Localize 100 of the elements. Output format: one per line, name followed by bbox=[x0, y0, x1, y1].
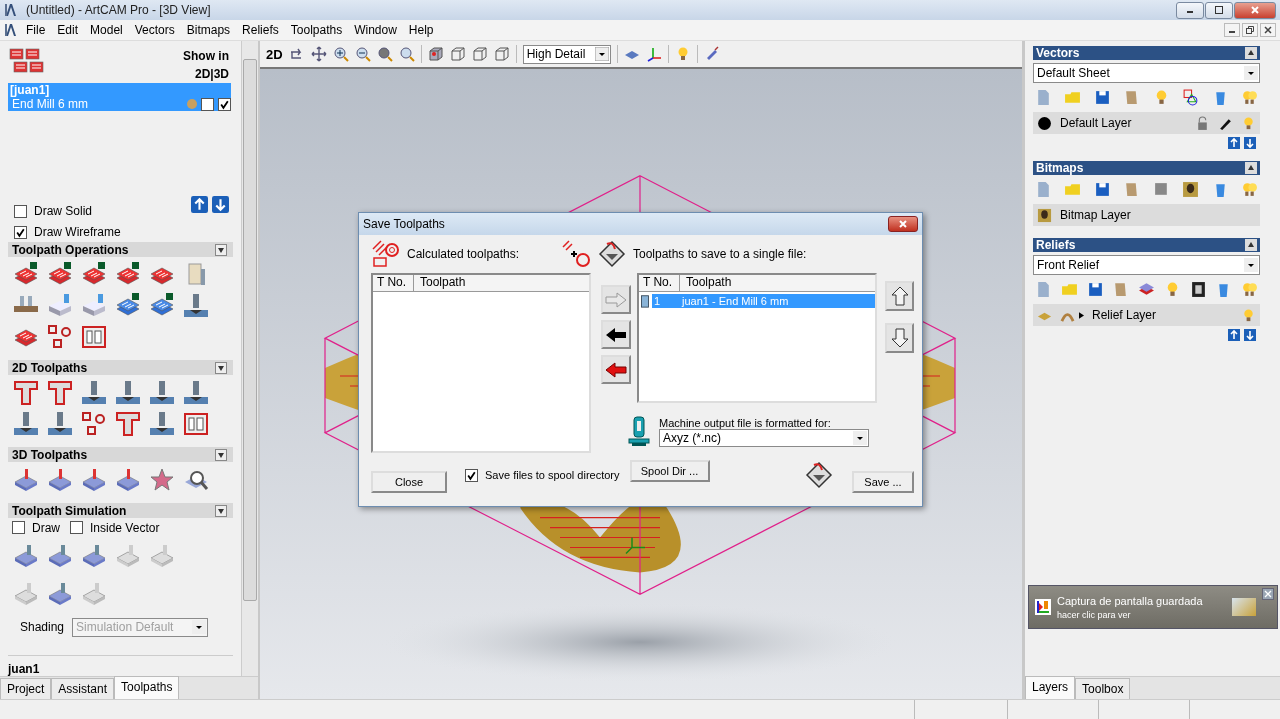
panel-tab[interactable]: Toolpaths bbox=[114, 676, 180, 699]
collapse-button[interactable] bbox=[215, 504, 227, 517]
close-button[interactable] bbox=[1262, 588, 1274, 600]
t-shape-icon[interactable] bbox=[46, 379, 74, 408]
panel-header[interactable]: Bitmaps bbox=[1033, 161, 1260, 175]
section-header[interactable]: 2D Toolpaths bbox=[8, 360, 233, 376]
bulbs-icon[interactable] bbox=[1240, 89, 1258, 106]
move-down-button[interactable] bbox=[885, 323, 914, 353]
panel-tab[interactable]: Layers bbox=[1025, 676, 1076, 699]
spool-dir-button[interactable]: Spool Dir ... bbox=[629, 460, 710, 482]
sheet-dropdown[interactable]: Default Sheet bbox=[1033, 63, 1260, 83]
remove-all-arrow-button[interactable] bbox=[601, 355, 631, 384]
move-up-button[interactable] bbox=[191, 196, 208, 214]
square-icon[interactable] bbox=[1152, 181, 1170, 198]
notification-title: Captura de pantalla guardada bbox=[1057, 594, 1204, 607]
layer-row[interactable]: Bitmap Layer bbox=[1033, 204, 1260, 226]
cube-view-icon[interactable] bbox=[427, 46, 444, 62]
bulbs-icon[interactable] bbox=[1241, 281, 1258, 298]
panel-tab[interactable]: Project bbox=[0, 678, 52, 699]
column-header[interactable]: T No. bbox=[639, 275, 680, 291]
save-button[interactable]: Save ... bbox=[852, 471, 914, 493]
panel-tab[interactable]: Toolbox bbox=[1075, 678, 1131, 699]
layer-row[interactable]: Default Layer bbox=[1033, 112, 1260, 134]
column-header[interactable]: Toolpath bbox=[680, 275, 875, 291]
spool-checkbox[interactable] bbox=[465, 468, 478, 482]
column-header[interactable]: Toolpath bbox=[414, 275, 589, 291]
menu-item[interactable]: Bitmaps bbox=[180, 23, 237, 37]
menu-item[interactable]: Edit bbox=[51, 23, 85, 37]
expand-arrow-icon[interactable] bbox=[1079, 311, 1084, 319]
minimize-button[interactable] bbox=[1224, 23, 1240, 37]
layer-row[interactable]: Relief Layer bbox=[1033, 304, 1260, 326]
show-2d-checkbox[interactable] bbox=[201, 97, 214, 111]
cube-view-icon[interactable] bbox=[471, 46, 488, 62]
machine-format-dropdown[interactable]: Axyz (*.nc) bbox=[659, 429, 869, 447]
scrollbar[interactable] bbox=[241, 41, 258, 676]
collapse-button[interactable] bbox=[215, 243, 227, 256]
move-icon[interactable] bbox=[310, 46, 327, 62]
move-down-button[interactable] bbox=[1244, 137, 1256, 149]
circle-icon[interactable] bbox=[376, 46, 393, 62]
menu-item[interactable]: Reliefs bbox=[236, 23, 285, 37]
maximize-icon bbox=[1214, 5, 1224, 15]
collapse-button[interactable] bbox=[1245, 162, 1257, 174]
menu-item[interactable]: File bbox=[20, 23, 52, 37]
section-header[interactable]: Toolpath Operations bbox=[8, 242, 233, 258]
move-up-button[interactable] bbox=[885, 281, 914, 311]
magnifier-icon[interactable] bbox=[398, 46, 415, 62]
restore-button[interactable] bbox=[1242, 23, 1258, 37]
remove-arrow-button[interactable] bbox=[601, 320, 631, 349]
show-3d-checkbox[interactable] bbox=[218, 97, 231, 111]
draw-wireframe-checkbox[interactable] bbox=[14, 225, 27, 239]
layers-icon[interactable] bbox=[1138, 281, 1155, 298]
layer-name: Default Layer bbox=[1060, 116, 1132, 130]
move-down-button[interactable] bbox=[1244, 329, 1256, 341]
zoom-out-icon[interactable] bbox=[354, 46, 371, 62]
close-dialog-button[interactable]: Close bbox=[371, 471, 447, 493]
cube-view-icon[interactable] bbox=[493, 46, 510, 62]
film-icon[interactable] bbox=[1189, 281, 1207, 298]
column-header[interactable]: T No. bbox=[373, 275, 414, 291]
dropdown-arrow-icon bbox=[594, 47, 609, 61]
close-button[interactable] bbox=[1260, 23, 1276, 37]
panel-header[interactable]: Reliefs bbox=[1033, 238, 1260, 252]
2d-view-button[interactable]: 2D bbox=[266, 46, 283, 62]
picture-icon[interactable] bbox=[1182, 181, 1200, 198]
move-up-button[interactable] bbox=[1228, 137, 1240, 149]
relief-dropdown[interactable]: Front Relief bbox=[1033, 255, 1260, 275]
bulb-icon[interactable] bbox=[1241, 115, 1256, 131]
collapse-button[interactable] bbox=[1245, 47, 1257, 59]
collapse-button[interactable] bbox=[215, 448, 227, 461]
calculated-toolpaths-list[interactable]: T No. Toolpath bbox=[371, 273, 591, 453]
move-down-button[interactable] bbox=[212, 196, 229, 214]
t-shape-icon[interactable] bbox=[114, 410, 142, 439]
detail-dropdown[interactable]: High Detail bbox=[522, 44, 611, 64]
move-up-button[interactable] bbox=[1228, 329, 1240, 341]
axes-icon[interactable] bbox=[645, 46, 662, 62]
maximize-button[interactable] bbox=[1205, 1, 1233, 19]
close-button[interactable] bbox=[888, 216, 918, 232]
cube-view-icon[interactable] bbox=[449, 46, 466, 62]
menu-item[interactable]: Vectors bbox=[128, 23, 181, 37]
menu-item[interactable]: Window bbox=[348, 23, 403, 37]
draw-checkbox[interactable] bbox=[12, 521, 25, 535]
bulb-icon[interactable] bbox=[1241, 307, 1256, 323]
save-toolpaths-list[interactable]: T No. Toolpath 1 juan1 - End Mill 6 mm bbox=[637, 273, 877, 403]
panel-tab[interactable]: Assistant bbox=[51, 678, 115, 699]
notification-popup[interactable]: Captura de pantalla guardada hacer clic para ver bbox=[1028, 585, 1278, 629]
menu-item[interactable]: Model bbox=[84, 23, 129, 37]
menu-item[interactable]: Help bbox=[402, 23, 440, 37]
lock-icon[interactable] bbox=[1195, 115, 1210, 131]
panel-header[interactable]: Vectors bbox=[1033, 46, 1260, 60]
draw-solid-checkbox[interactable] bbox=[14, 204, 27, 218]
section-header[interactable]: 3D Toolpaths bbox=[8, 447, 233, 463]
section-header[interactable]: Toolpath Simulation bbox=[8, 503, 233, 518]
minimize-button[interactable] bbox=[1176, 1, 1204, 19]
collapse-button[interactable] bbox=[1245, 239, 1257, 251]
zoom-in-icon[interactable] bbox=[332, 46, 349, 62]
bulbs-icon[interactable] bbox=[1240, 181, 1258, 198]
collapse-button[interactable] bbox=[215, 361, 227, 374]
t-shape-icon[interactable] bbox=[12, 379, 40, 408]
inside-vector-checkbox[interactable] bbox=[70, 521, 83, 535]
menu-item[interactable]: Toolpaths bbox=[284, 23, 349, 37]
close-button[interactable] bbox=[1234, 1, 1276, 19]
